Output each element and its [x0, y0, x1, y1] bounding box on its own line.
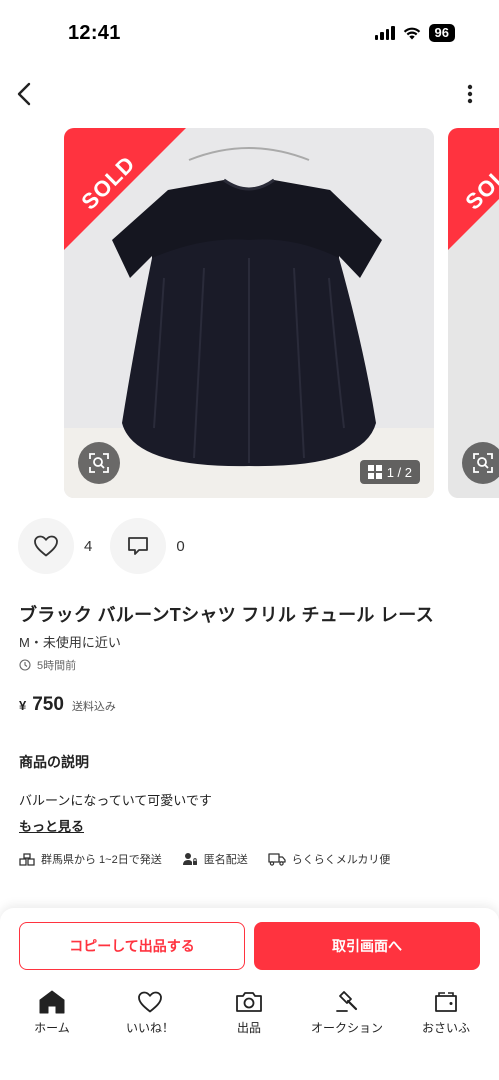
lens-search-icon — [473, 453, 493, 473]
shipping-method: らくらくメルカリ便 — [268, 851, 391, 867]
tab-likes-label: いいね！ — [125, 1021, 174, 1035]
more-options-button[interactable] — [463, 82, 477, 106]
tab-likes[interactable]: いいね！ — [102, 988, 198, 1036]
cellular-signal-icon — [374, 26, 395, 40]
bottom-action-panel: コピーして出品する 取引画面へ ホーム いいね！ 出品 オークション おさいふ — [0, 908, 499, 1080]
tab-home-label: ホーム — [34, 1021, 70, 1035]
tab-bar: ホーム いいね！ 出品 オークション おさいふ — [0, 988, 499, 1044]
status-time: 12:41 — [68, 22, 121, 44]
camera-icon — [236, 992, 262, 1012]
price-value: 750 — [32, 694, 64, 715]
tab-home[interactable]: ホーム — [4, 988, 100, 1036]
ship-from: 群馬県から 1~2日で発送 — [19, 851, 162, 867]
more-vertical-icon — [467, 84, 473, 104]
price: ¥ 750 送料込み — [19, 694, 116, 716]
chevron-left-icon — [17, 82, 31, 106]
anonymous-user-icon — [182, 853, 197, 865]
comment-count: 0 — [176, 537, 185, 555]
wallet-icon — [435, 992, 457, 1012]
shipping-method-text: らくらくメルカリ便 — [291, 854, 391, 866]
battery-indicator: 96 — [428, 24, 455, 42]
tab-sell[interactable]: 出品 — [201, 988, 297, 1036]
status-indicators: 96 — [374, 24, 455, 42]
heart-icon — [138, 991, 162, 1013]
product-title: ブラック バルーンTシャツ フリル チュール レース — [19, 605, 434, 625]
box-icon — [19, 853, 35, 866]
comment-button[interactable] — [110, 518, 167, 574]
tab-wallet[interactable]: おさいふ — [398, 988, 494, 1036]
grid-icon — [367, 465, 382, 479]
image-counter: 1 / 2 — [359, 460, 420, 484]
tab-auction[interactable]: オークション — [299, 988, 395, 1036]
home-icon — [39, 990, 65, 1014]
ship-from-text: 群馬県から 1~2日で発送 — [41, 854, 162, 866]
status-bar: 12:41 96 — [0, 0, 499, 64]
posted-time-text: 5時間前 — [37, 660, 77, 672]
truck-icon — [268, 853, 286, 866]
see-more-link[interactable]: もっと見る — [19, 816, 84, 835]
description-heading: 商品の説明 — [19, 754, 89, 770]
gavel-icon — [336, 991, 358, 1012]
description-text: バルーンになっていて可愛いです — [19, 793, 212, 808]
clock-icon — [19, 659, 31, 671]
image-search-button-next[interactable] — [462, 442, 499, 484]
engagement-actions: 4 0 — [18, 518, 203, 574]
wifi-icon — [403, 27, 420, 40]
image-search-button[interactable] — [78, 442, 120, 484]
image-carousel[interactable]: SOLD 1 / 2 SOLD — [64, 128, 499, 500]
like-button[interactable] — [18, 518, 74, 574]
image-counter-text: 1 / 2 — [386, 464, 412, 480]
tab-wallet-label: おさいふ — [421, 1021, 470, 1035]
anonymous-shipping-text: 匿名配送 — [203, 854, 248, 866]
anonymous-shipping: 匿名配送 — [182, 851, 248, 867]
back-button[interactable] — [12, 80, 38, 108]
currency-symbol: ¥ — [19, 698, 27, 713]
tab-sell-label: 出品 — [236, 1021, 261, 1035]
nav-bar — [0, 76, 499, 112]
heart-icon — [34, 535, 58, 557]
trade-screen-button[interactable]: 取引画面へ — [254, 922, 480, 970]
next-product-photo[interactable]: SOLD — [448, 128, 499, 498]
comment-icon — [128, 537, 149, 555]
shipping-included-note: 送料込み — [71, 701, 116, 713]
product-condition: M・未使用に近い — [19, 635, 121, 650]
product-photo[interactable]: SOLD 1 / 2 — [64, 128, 434, 498]
shipping-info: 群馬県から 1~2日で発送 匿名配送 らくらくメルカリ便 — [19, 851, 410, 867]
lens-search-icon — [89, 453, 109, 473]
like-count: 4 — [84, 537, 93, 555]
copy-and-list-button[interactable]: コピーして出品する — [19, 922, 245, 970]
tab-auction-label: オークション — [310, 1021, 383, 1035]
posted-time: 5時間前 — [19, 657, 76, 673]
